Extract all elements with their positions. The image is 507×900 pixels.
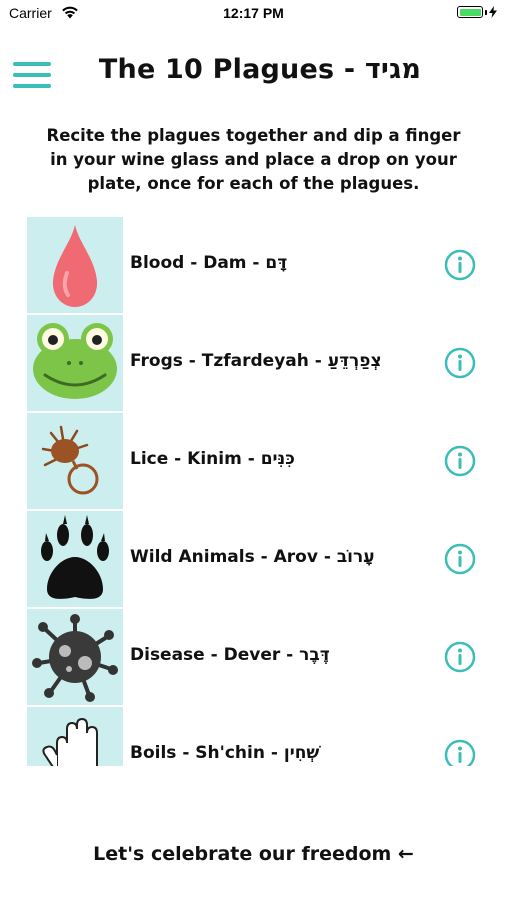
plague-label: Boils - Sh'chin - שְׁחִין — [130, 743, 320, 763]
clock: 12:17 PM — [223, 5, 284, 21]
paw-print-icon — [27, 511, 123, 607]
info-icon[interactable] — [444, 445, 476, 477]
battery-icon — [457, 6, 497, 18]
blood-drop-icon — [27, 217, 123, 313]
plagues-list[interactable]: Blood - Dam - דָּם Frogs - Tzfardeyah - … — [0, 217, 507, 766]
plague-row-lice[interactable]: Lice - Kinim - כִּנִּים — [0, 413, 507, 511]
status-bar: Carrier 12:17 PM — [0, 0, 507, 28]
plague-row-disease[interactable]: Disease - Dever - דֶּבֶר — [0, 609, 507, 707]
plague-row-frogs[interactable]: Frogs - Tzfardeyah - צְפַרְדֵּעַ — [0, 315, 507, 413]
frog-icon — [27, 315, 123, 411]
plague-row-boils[interactable]: Boils - Sh'chin - שְׁחִין — [0, 707, 507, 766]
hand-boils-icon — [27, 707, 123, 766]
page-title: The 10 Plagues - מגיד — [98, 54, 422, 85]
celebrate-freedom-button[interactable]: Let's celebrate our freedom ← — [0, 843, 507, 865]
plague-row-blood[interactable]: Blood - Dam - דָּם — [0, 217, 507, 315]
virus-icon — [27, 609, 123, 705]
hamburger-menu-icon[interactable] — [13, 60, 51, 90]
plague-label: Disease - Dever - דֶּבֶר — [130, 645, 330, 665]
info-icon[interactable] — [444, 543, 476, 575]
info-icon[interactable] — [444, 739, 476, 766]
plague-label: Frogs - Tzfardeyah - צְפַרְדֵּעַ — [130, 351, 382, 371]
instructions-text: Recite the plagues together and dip a fi… — [46, 126, 461, 193]
charging-bolt-icon — [489, 6, 497, 18]
plague-row-wild-animals[interactable]: Wild Animals - Arov - עָרוֹב — [0, 511, 507, 609]
plague-label: Lice - Kinim - כִּנִּים — [130, 449, 295, 469]
info-icon[interactable] — [444, 249, 476, 281]
plague-label: Wild Animals - Arov - עָרוֹב — [130, 547, 375, 567]
lice-icon — [27, 413, 123, 509]
info-icon[interactable] — [444, 641, 476, 673]
plague-label: Blood - Dam - דָּם — [130, 253, 288, 273]
info-icon[interactable] — [444, 347, 476, 379]
